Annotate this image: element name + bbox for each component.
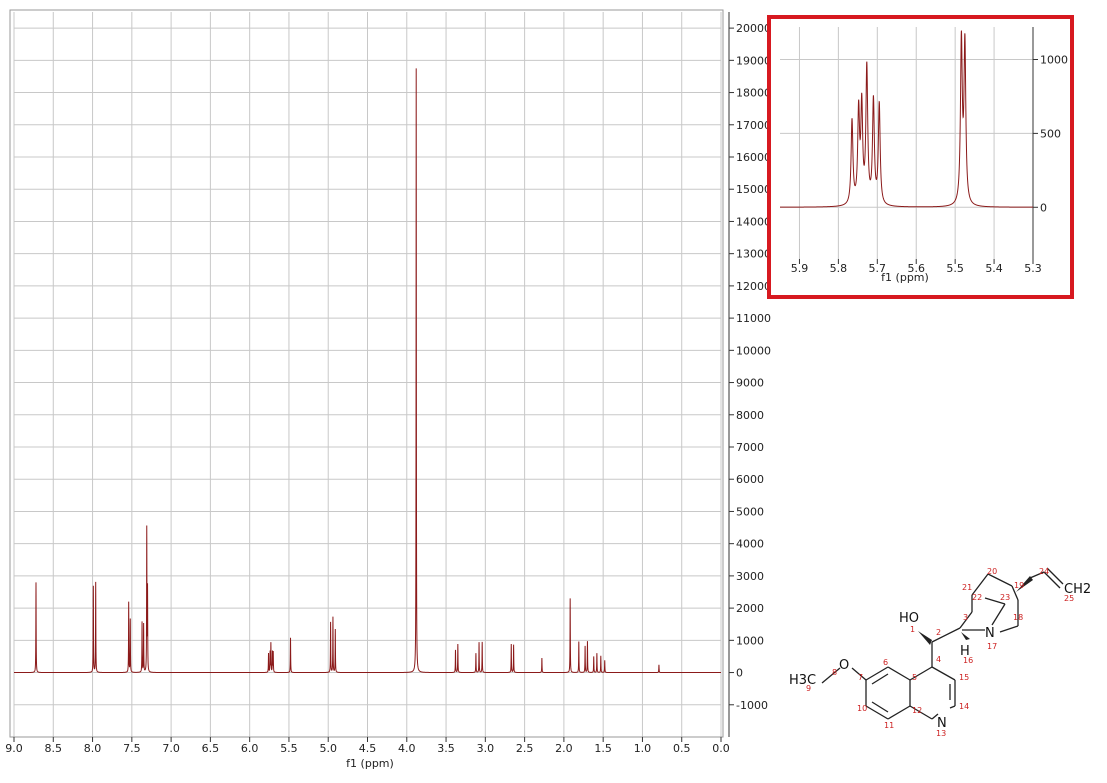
- atom-number: 24: [1039, 567, 1049, 576]
- x-tick-label: 5.4: [985, 262, 1003, 275]
- x-tick-label: 2.0: [555, 742, 573, 755]
- main-y-axis: -1000 0 1000 2000 3000 4000 5000 6000 7000 8000 90…: [728, 12, 771, 737]
- main-x-axis-label: f1 (ppm): [346, 757, 394, 770]
- atom-number: 23: [1000, 593, 1010, 602]
- molecule-atom-numbers: 1 2 3 4 5 6 7 8 9 10 11 12 13 14 15 16 1…: [806, 567, 1074, 738]
- y-tick-label: 13000: [736, 248, 771, 261]
- atom-number: 16: [963, 656, 973, 665]
- atom-number: 21: [962, 583, 972, 592]
- main-x-axis: 9.0 8.5 8.0 7.5 7.0 6.5 6.0 5.5 5.0 4.5 4.0 3.5 3.0 2…: [5, 737, 730, 755]
- atom-number: 12: [912, 706, 922, 715]
- atom-number: 13: [936, 729, 946, 738]
- atom-number: 10: [857, 704, 867, 713]
- atom-number: 19: [1014, 581, 1024, 590]
- y-tick-label: 12000: [736, 280, 771, 293]
- atom-o-methoxy: O: [839, 658, 849, 673]
- atom-number: 17: [987, 642, 997, 651]
- x-tick-label: 5.5: [946, 262, 964, 275]
- inset-highlight-box: [767, 15, 1074, 299]
- atom-number: 20: [987, 567, 997, 576]
- main-plot-frame: [9, 9, 724, 738]
- atom-number: 14: [959, 702, 969, 711]
- x-tick-label: 8.5: [45, 742, 63, 755]
- x-tick-label: 5.0: [319, 742, 337, 755]
- y-tick-label: 4000: [736, 538, 764, 551]
- atom-number: 7: [858, 673, 863, 682]
- atom-number: 2: [936, 628, 941, 637]
- y-tick-label: 7000: [736, 441, 764, 454]
- y-tick-label: 3000: [736, 570, 764, 583]
- atom-number: 4: [936, 655, 941, 664]
- x-tick-label: 1.0: [634, 742, 652, 755]
- main-gridlines: [13, 12, 722, 737]
- atom-number: 5: [912, 673, 917, 682]
- y-tick-label: 20000: [736, 22, 771, 35]
- y-tick-label: 5000: [736, 505, 764, 518]
- x-tick-label: 1.5: [594, 742, 612, 755]
- x-tick-label: 9.0: [5, 742, 23, 755]
- y-tick-label: 500: [1040, 127, 1061, 140]
- atom-h3c: H3C: [789, 673, 816, 688]
- atom-number: 22: [972, 593, 982, 602]
- x-tick-label: 3.5: [437, 742, 455, 755]
- y-tick-label: 10000: [736, 344, 771, 357]
- y-tick-label: 1000: [736, 634, 764, 647]
- x-tick-label: 0.0: [712, 742, 730, 755]
- atom-number: 25: [1064, 594, 1074, 603]
- x-tick-label: 7.0: [162, 742, 180, 755]
- atom-number: 1: [910, 625, 915, 634]
- y-tick-label: 16000: [736, 151, 771, 164]
- y-tick-label: -1000: [736, 699, 768, 712]
- y-tick-label: 1000: [1040, 54, 1068, 67]
- y-tick-label: 18000: [736, 87, 771, 100]
- x-tick-label: 7.5: [123, 742, 141, 755]
- atom-ho: HO: [899, 611, 919, 626]
- atom-number: 9: [806, 684, 811, 693]
- atom-number: 15: [959, 673, 969, 682]
- wedge-bond-ho: [918, 631, 932, 645]
- x-tick-label: 4.0: [398, 742, 416, 755]
- x-tick-label: 3.0: [477, 742, 495, 755]
- atom-number: 6: [883, 658, 888, 667]
- x-tick-label: 5.3: [1024, 262, 1042, 275]
- x-tick-label: 5.9: [791, 262, 809, 275]
- y-tick-label: 8000: [736, 409, 764, 422]
- x-tick-label: 6.5: [202, 742, 220, 755]
- atom-number: 18: [1013, 613, 1023, 622]
- atom-n-bridge: N: [985, 626, 995, 641]
- y-tick-label: 9000: [736, 377, 764, 390]
- x-tick-label: 2.5: [516, 742, 534, 755]
- y-tick-label: 17000: [736, 119, 771, 132]
- y-tick-label: 19000: [736, 54, 771, 67]
- x-tick-label: 8.0: [84, 742, 102, 755]
- x-tick-label: 5.8: [830, 262, 848, 275]
- wedge-bond-h: [961, 632, 970, 640]
- inset-x-axis-label: f1 (ppm): [881, 271, 929, 284]
- x-tick-label: 6.0: [241, 742, 259, 755]
- y-tick-label: 15000: [736, 183, 771, 196]
- y-tick-label: 0: [1040, 201, 1047, 214]
- x-tick-label: 0.5: [673, 742, 691, 755]
- atom-number: 8: [832, 668, 837, 677]
- atom-number: 3: [963, 613, 968, 622]
- x-tick-label: 4.5: [359, 742, 377, 755]
- spectrum-figure: 9.0 8.5 8.0 7.5 7.0 6.5 6.0 5.5 5.0 4.5 4.0 3.5 3.0 2…: [0, 0, 1107, 779]
- y-tick-label: 0: [736, 667, 743, 680]
- y-tick-label: 6000: [736, 473, 764, 486]
- molecule-structure: [821, 567, 1064, 720]
- x-tick-label: 5.5: [280, 742, 298, 755]
- atom-number: 11: [884, 721, 894, 730]
- y-tick-label: 14000: [736, 215, 771, 228]
- nmr-spectrum-figure: 9.0 8.5 8.0 7.5 7.0 6.5 6.0 5.5 5.0 4.5 4.0 3.5 3.0 2…: [5, 9, 1091, 770]
- y-tick-label: 2000: [736, 602, 764, 615]
- y-tick-label: 11000: [736, 312, 771, 325]
